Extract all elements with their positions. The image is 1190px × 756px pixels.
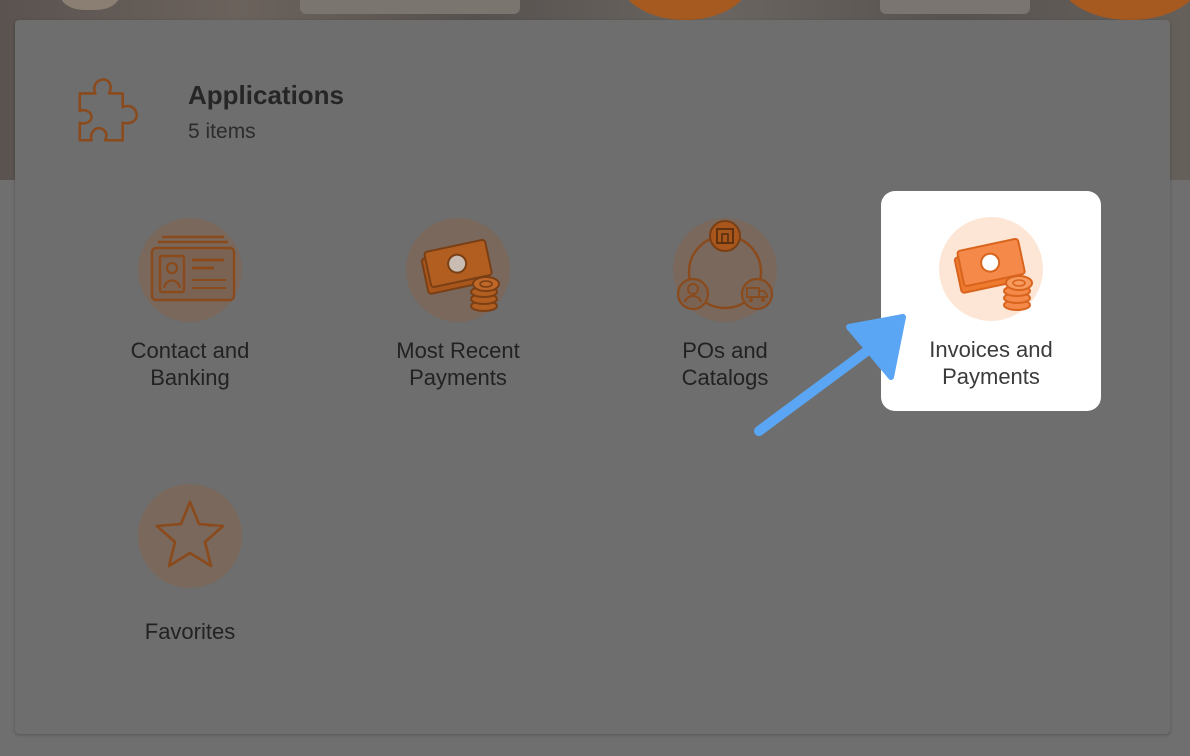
app-tile-label: Most Recent Payments	[396, 338, 520, 390]
banner-shape	[620, 0, 750, 20]
callout-arrow-icon	[754, 314, 906, 436]
banner-shape	[880, 0, 1030, 14]
cash-coins-icon	[939, 217, 1043, 321]
item-count: 5 items	[188, 120, 256, 143]
app-tile-label: Favorites	[144, 619, 236, 644]
app-tile-favorites[interactable]: Favorites	[80, 458, 300, 678]
applications-panel: Applications 5 items Contact and Banking	[15, 20, 1170, 734]
banner-shape	[300, 0, 520, 14]
puzzle-piece-icon	[78, 78, 138, 142]
star-icon	[138, 484, 242, 588]
id-card-icon	[138, 218, 242, 322]
cash-coins-icon	[406, 218, 510, 322]
banner-shape	[1060, 0, 1190, 20]
page-title: Applications	[188, 80, 345, 110]
app-tile-most-recent-payments[interactable]: Most Recent Payments	[348, 192, 568, 412]
banner-shape	[60, 0, 120, 10]
app-tile-label: Contact and Banking	[130, 338, 250, 390]
app-tile-contact-and-banking[interactable]: Contact and Banking	[80, 192, 300, 412]
